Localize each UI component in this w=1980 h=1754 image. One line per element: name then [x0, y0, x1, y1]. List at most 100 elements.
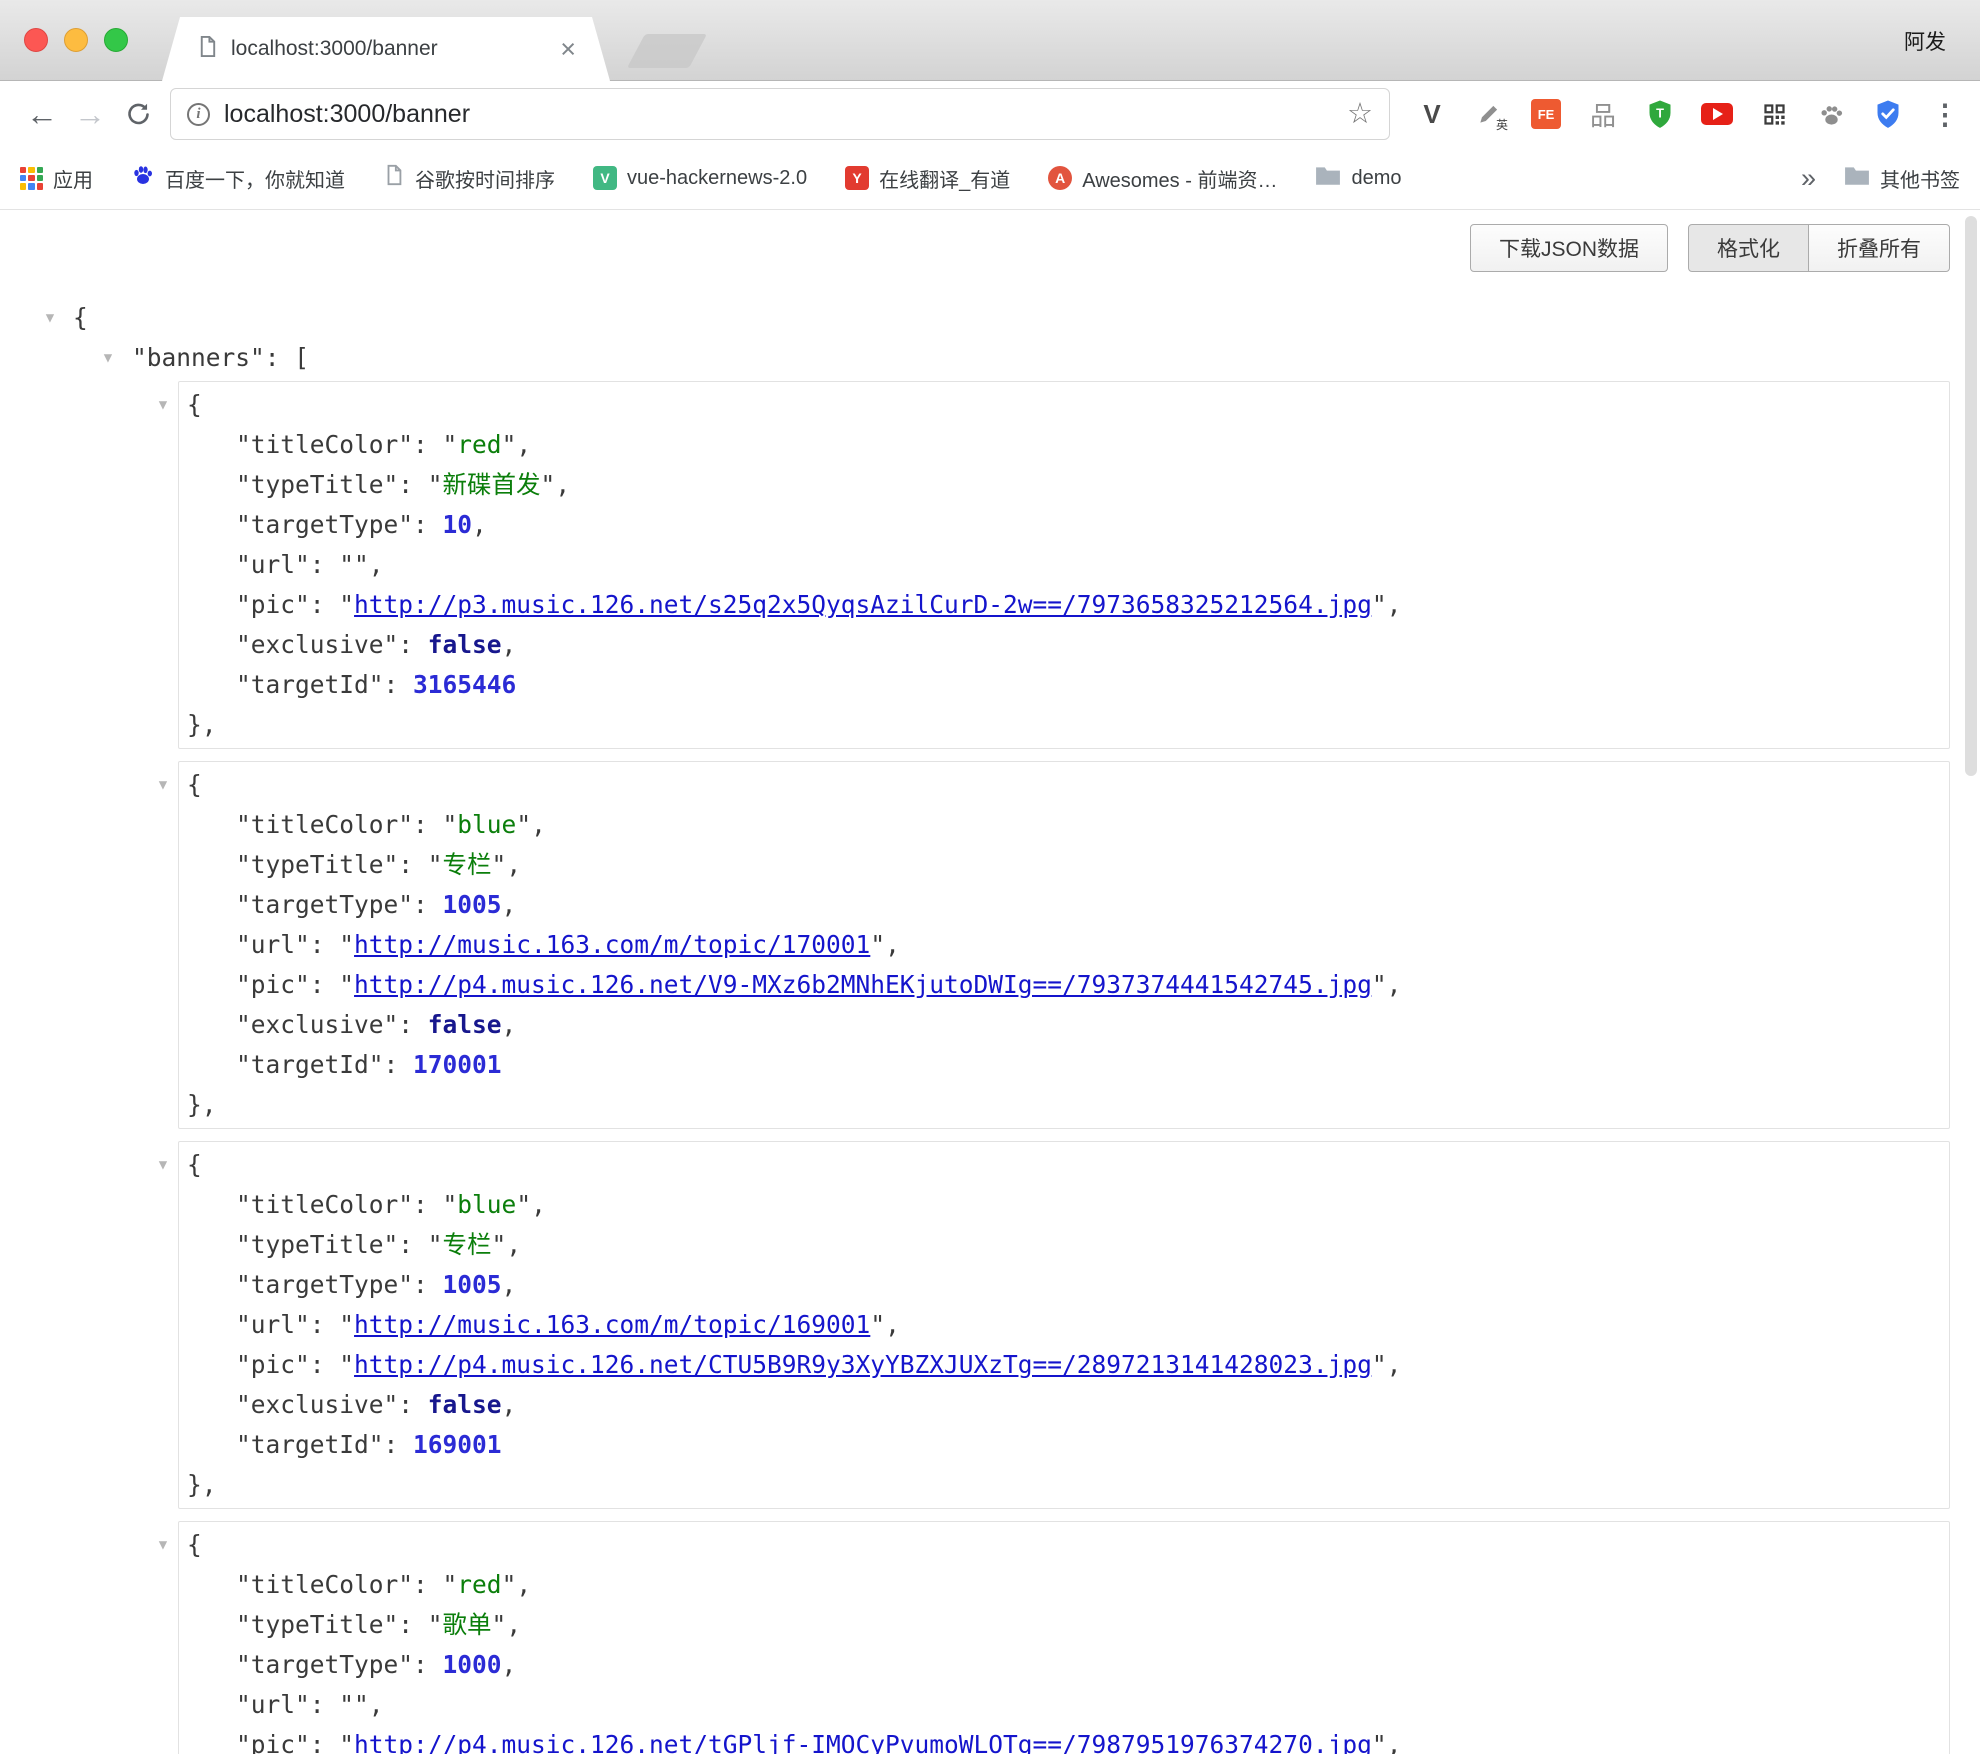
page-info-icon[interactable]: i [187, 103, 210, 126]
collapse-toggle-icon[interactable]: ▼ [98, 338, 118, 378]
bookmarks-overflow-chevron[interactable]: » [1801, 163, 1816, 194]
json-prop-targetType: "targetType": 1005, [179, 1265, 1939, 1305]
collapse-toggle-icon[interactable]: ▼ [40, 298, 60, 338]
translate-pencil-icon[interactable]: 英 [1472, 95, 1506, 133]
security-shield-check-icon[interactable] [1871, 95, 1905, 133]
json-token: }, [187, 1470, 217, 1499]
json-token: " [339, 930, 354, 959]
green-shield-icon[interactable]: T [1643, 95, 1677, 133]
bookmark-label: 在线翻译_有道 [879, 164, 1010, 193]
vimium-extension-icon[interactable]: V [1415, 95, 1449, 133]
json-token: "url" [236, 1690, 310, 1719]
reload-button[interactable] [114, 90, 162, 138]
json-token: 专栏 [443, 1230, 492, 1259]
json-token: , [885, 1310, 900, 1339]
json-token: " [428, 1230, 443, 1259]
json-token: " [428, 470, 443, 499]
json-token: , [502, 890, 517, 919]
json-token: " [443, 430, 458, 459]
json-token: : [413, 1570, 443, 1599]
svg-text:T: T [1656, 105, 1664, 120]
zoom-window-button[interactable] [104, 28, 128, 52]
json-token: " [339, 590, 354, 619]
json-token: " [443, 810, 458, 839]
json-prop-url: "url": "", [179, 545, 1939, 585]
json-link[interactable]: http://p3.music.126.net/s25q2x5QyqsAzilC… [354, 590, 1372, 619]
qrcode-icon[interactable] [1757, 95, 1791, 133]
json-object-close: }, [179, 705, 1939, 745]
json-object-open: ▼{ [179, 1145, 1939, 1185]
json-token: " [492, 1230, 507, 1259]
json-token: : [310, 1310, 340, 1339]
json-token: : [398, 850, 428, 879]
json-prop-targetId: "targetId": 3165446 [179, 665, 1939, 705]
scrollbar-thumb[interactable] [1965, 216, 1977, 776]
json-link[interactable]: http://p4.music.126.net/V9-MXz6b2MNhEKju… [354, 970, 1372, 999]
json-token: " [443, 1190, 458, 1219]
minimize-window-button[interactable] [64, 28, 88, 52]
collapse-toggle-icon[interactable]: ▼ [153, 765, 173, 805]
json-token: : [398, 1010, 428, 1039]
other-bookmarks-folder[interactable]: 其他书签 [1844, 164, 1960, 193]
new-tab-button[interactable] [627, 34, 707, 68]
json-token: : [413, 1270, 443, 1299]
page-icon [383, 164, 405, 192]
bookmark-awesomes[interactable]: A Awesomes - 前端资… [1048, 164, 1277, 193]
browser-menu-icon[interactable]: ⋮ [1928, 95, 1962, 133]
youtube-icon[interactable] [1700, 95, 1734, 133]
json-token: , [885, 930, 900, 959]
paw-icon[interactable] [1814, 95, 1848, 133]
format-button[interactable]: 格式化 [1688, 224, 1809, 272]
json-token: " [1372, 1350, 1387, 1379]
bookmark-apps[interactable]: 应用 [20, 164, 93, 193]
json-token: red [457, 1570, 501, 1599]
json-token: : [398, 630, 428, 659]
bookmark-star-icon[interactable]: ☆ [1347, 100, 1373, 129]
url-bar[interactable]: i localhost:3000/banner ☆ [170, 88, 1390, 140]
url-text[interactable]: localhost:3000/banner [224, 100, 470, 129]
bookmark-vue-hackernews[interactable]: V vue-hackernews-2.0 [593, 166, 807, 190]
json-prop-typeTitle: "typeTitle": "新碟首发", [179, 465, 1939, 505]
json-token: , [506, 1230, 521, 1259]
json-link[interactable]: http://music.163.com/m/topic/170001 [354, 930, 870, 959]
json-token: , [369, 1690, 384, 1719]
format-button-group: 格式化 折叠所有 [1688, 224, 1950, 272]
forward-button[interactable]: → [66, 90, 114, 138]
profile-name[interactable]: 阿发 [1904, 0, 1946, 81]
close-window-button[interactable] [24, 28, 48, 52]
json-link[interactable]: http://music.163.com/m/topic/169001 [354, 1310, 870, 1339]
traffic-lights [24, 28, 128, 52]
json-token: false [428, 630, 502, 659]
json-link[interactable]: http://p4.music.126.net/tGPljf-IMOCyPvum… [354, 1730, 1372, 1754]
banner-object: ▼{"titleColor": "blue","typeTitle": "专栏"… [178, 1141, 1950, 1509]
bookmark-google-sort[interactable]: 谷歌按时间排序 [383, 164, 555, 193]
json-token: "exclusive" [236, 1010, 398, 1039]
collapse-toggle-icon[interactable]: ▼ [153, 1145, 173, 1185]
fe-extension-icon[interactable]: FE [1529, 95, 1563, 133]
bookmark-baidu[interactable]: 百度一下，你就知道 [131, 163, 345, 193]
json-token: : [384, 670, 414, 699]
json-prop-exclusive: "exclusive": false, [179, 625, 1939, 665]
collapse-toggle-icon[interactable]: ▼ [153, 1525, 173, 1565]
json-token: { [187, 770, 202, 799]
json-banners-key: ▼"banners": [ [30, 338, 1950, 378]
json-token: , [531, 1190, 546, 1219]
tab-close-icon[interactable]: × [560, 36, 576, 63]
bookmark-youdao[interactable]: Y 在线翻译_有道 [845, 164, 1010, 193]
json-token: "exclusive" [236, 630, 398, 659]
collapse-toggle-icon[interactable]: ▼ [153, 385, 173, 425]
json-link[interactable]: http://p4.music.126.net/CTU5B9R9y3XyYBZX… [354, 1350, 1372, 1379]
back-button[interactable]: ← [18, 90, 66, 138]
collapse-all-button[interactable]: 折叠所有 [1808, 224, 1950, 272]
json-token: { [187, 1150, 202, 1179]
json-token: 歌单 [443, 1610, 492, 1639]
json-prop-typeTitle: "typeTitle": "专栏", [179, 845, 1939, 885]
bookmark-demo-folder[interactable]: demo [1315, 164, 1401, 192]
download-json-button[interactable]: 下载JSON数据 [1470, 224, 1668, 272]
browser-tab[interactable]: localhost:3000/banner × [162, 17, 610, 81]
json-token: 3165446 [413, 670, 516, 699]
json-token: : [310, 930, 340, 959]
bookmark-label: 其他书签 [1880, 164, 1960, 193]
org-chart-icon[interactable]: 品 [1586, 95, 1620, 133]
json-token: " [541, 470, 556, 499]
